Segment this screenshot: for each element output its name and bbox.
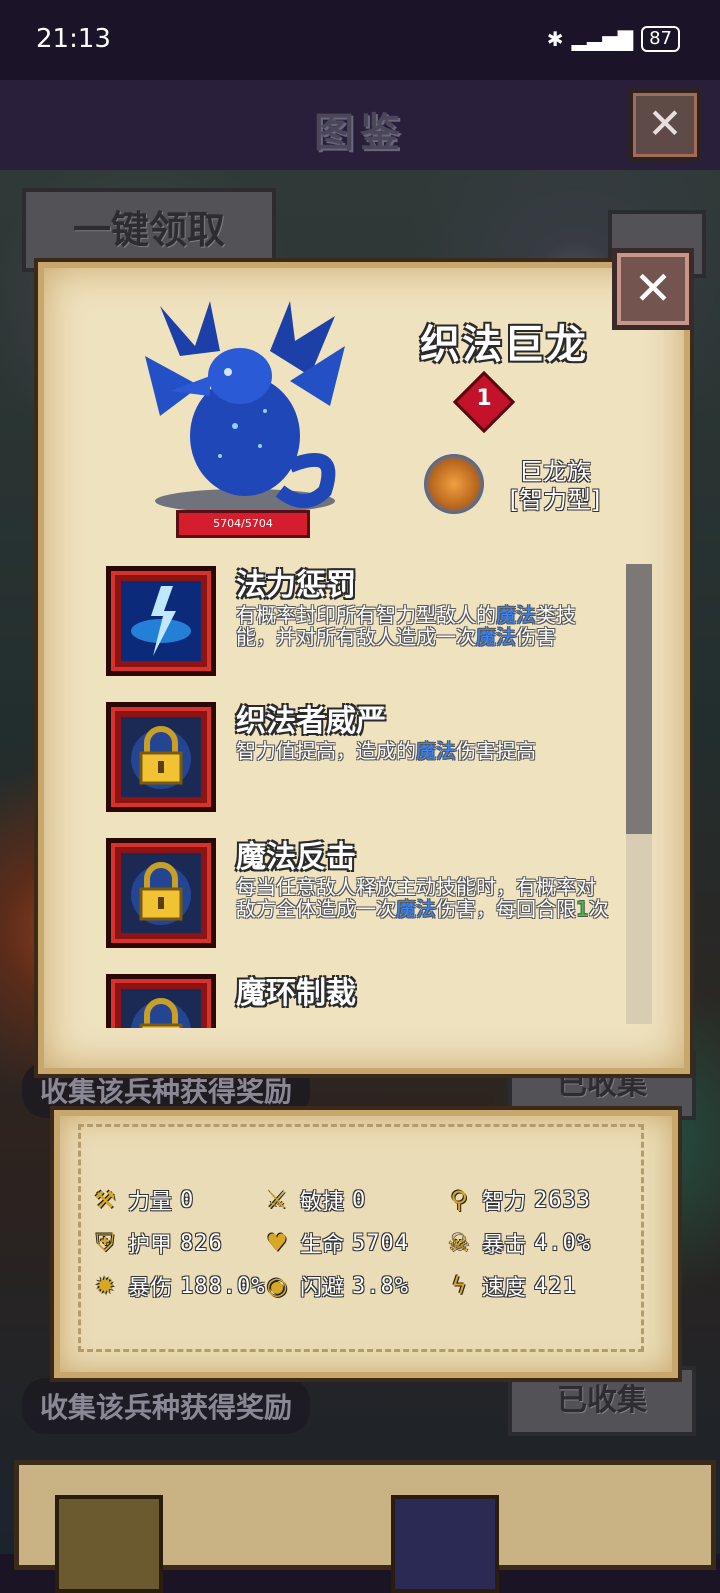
- lock-icon: [121, 989, 201, 1028]
- stat-skull: ☠ 暴击 4.0%: [444, 1227, 591, 1259]
- eye-icon: ◉: [266, 1272, 288, 1300]
- battery-level: 87: [641, 26, 680, 52]
- skill-item[interactable]: 法力惩罚 有概率封印所有智力型敌人的魔法类技能，并对所有敌人造成一次魔法伤害: [106, 560, 646, 696]
- keyword-text: 魔法: [416, 739, 456, 763]
- stat-label: 护甲: [128, 1233, 173, 1258]
- stat-value: 3.8%: [352, 1273, 409, 1299]
- stat-label: 力量: [128, 1190, 173, 1215]
- close-icon: ✕: [633, 261, 673, 315]
- keyword-text: 魔法: [496, 603, 536, 627]
- skill-description: 每当任意敌人释放主动技能时，有概率对敌方全体造成一次魔法伤害，每回合限1次: [236, 876, 612, 920]
- sword-icon: ⚔: [266, 1186, 288, 1214]
- close-button[interactable]: ✕: [628, 88, 702, 162]
- race-type: [智力型]: [509, 486, 601, 514]
- dragon-race-icon: [424, 454, 484, 514]
- skill-description: 有概率封印所有智力型敌人的魔法类技能，并对所有敌人造成一次魔法伤害: [236, 604, 612, 648]
- stat-label: 智力: [482, 1190, 527, 1215]
- skill-icon[interactable]: [106, 974, 216, 1028]
- stat-label: 暴击: [482, 1233, 527, 1258]
- stat-value: 188.0%: [180, 1273, 266, 1299]
- stat-value: 4.0%: [534, 1230, 591, 1256]
- stat-shield: ⛨ 护甲 826: [90, 1227, 223, 1259]
- description-text: 次: [588, 897, 609, 921]
- stat-burst: ✹ 暴伤 188.0%: [90, 1270, 266, 1302]
- heart-icon: ♥: [266, 1229, 288, 1257]
- skill-item[interactable]: 织法者威严 智力值提高，造成的魔法伤害提高: [106, 696, 646, 832]
- staff-icon: ⚲: [450, 1186, 468, 1214]
- keyword-text: 魔法: [476, 625, 516, 649]
- description-text: 伤害，每回合限: [436, 897, 576, 921]
- race-info: 巨龙族 [智力型]: [490, 458, 620, 514]
- skill-item[interactable]: 魔环制裁: [106, 968, 646, 1028]
- bluetooth-icon: ✱: [546, 27, 564, 51]
- unit-name: 织法巨龙: [420, 322, 588, 368]
- keyword-text: 1: [576, 897, 589, 921]
- stat-label: 闪避: [300, 1276, 345, 1301]
- stat-value: 5704: [352, 1230, 409, 1256]
- status-time: 21:13: [36, 24, 111, 54]
- stat-eye: ◉ 闪避 3.8%: [262, 1270, 409, 1302]
- collect-all-button[interactable]: 一键领取: [22, 188, 276, 272]
- stat-axe: ⚒ 力量 0: [90, 1184, 194, 1216]
- close-icon: ✕: [647, 99, 683, 148]
- axe-icon: ⚒: [94, 1186, 116, 1214]
- stat-label: 生命: [300, 1233, 345, 1258]
- stat-label: 速度: [482, 1276, 527, 1301]
- skill-item[interactable]: 魔法反击 每当任意敌人释放主动技能时，有概率对敌方全体造成一次魔法伤害，每回合限1…: [106, 832, 646, 968]
- description-text: 伤害: [516, 625, 556, 649]
- hp-bar: 5704/5704: [176, 510, 310, 538]
- dragon-portrait: [145, 301, 345, 513]
- skill-description: 智力值提高，造成的魔法伤害提高: [236, 740, 612, 762]
- popup-close-button[interactable]: ✕: [612, 248, 694, 330]
- stat-label: 暴伤: [128, 1276, 173, 1301]
- scrollbar-thumb[interactable]: [626, 564, 652, 834]
- title-bar: 图鉴 ✕: [0, 80, 720, 170]
- keyword-text: 魔法: [396, 897, 436, 921]
- skill-name: 魔法反击: [236, 840, 356, 875]
- burst-icon: ✹: [94, 1272, 116, 1300]
- stat-staff: ⚲ 智力 2633: [444, 1184, 591, 1216]
- stat-label: 敏捷: [300, 1190, 345, 1215]
- reward-label-2: 收集该兵种获得奖励: [22, 1378, 311, 1434]
- skill-icon[interactable]: [106, 566, 216, 676]
- status-bar: 21:13 ✱ ▂▃▅▇ 87: [0, 0, 720, 80]
- stat-heart: ♥ 生命 5704: [262, 1227, 409, 1259]
- stat-lightning: ϟ 速度 421: [444, 1270, 577, 1302]
- status-icons: ✱ ▂▃▅▇ 87: [547, 26, 680, 52]
- skill-icon[interactable]: [106, 838, 216, 948]
- page-title: 图鉴: [314, 110, 406, 156]
- lock-icon: [121, 717, 201, 797]
- item-slot[interactable]: [55, 1495, 163, 1593]
- skill-name: 织法者威严: [236, 704, 386, 739]
- stat-sword: ⚔ 敏捷 0: [262, 1184, 366, 1216]
- stat-value: 0: [180, 1187, 195, 1213]
- skill-list[interactable]: 法力惩罚 有概率封印所有智力型敌人的魔法类技能，并对所有敌人造成一次魔法伤害 织法者…: [106, 560, 646, 1028]
- item-slot[interactable]: [391, 1495, 499, 1593]
- stat-value: 826: [180, 1230, 223, 1256]
- stat-value: 0: [352, 1187, 367, 1213]
- skull-icon: ☠: [448, 1229, 470, 1257]
- skill-icon[interactable]: [106, 702, 216, 812]
- description-text: 有概率封印所有智力型敌人的: [236, 603, 496, 627]
- description-text: 智力值提高，造成的: [236, 739, 416, 763]
- lightning-icon: [121, 581, 201, 661]
- lock-icon: [121, 853, 201, 933]
- stat-value: 2633: [534, 1187, 591, 1213]
- skill-name: 法力惩罚: [236, 568, 356, 603]
- lightning-icon: ϟ: [451, 1272, 467, 1300]
- skill-name: 魔环制裁: [236, 976, 356, 1011]
- signal-icon: ▂▃▅▇: [571, 27, 634, 51]
- stat-value: 421: [534, 1273, 577, 1299]
- race-name: 巨龙族: [519, 458, 591, 486]
- rank-number: 1: [476, 386, 492, 411]
- description-text: 伤害提高: [456, 739, 536, 763]
- shield-icon: ⛨: [96, 1229, 114, 1257]
